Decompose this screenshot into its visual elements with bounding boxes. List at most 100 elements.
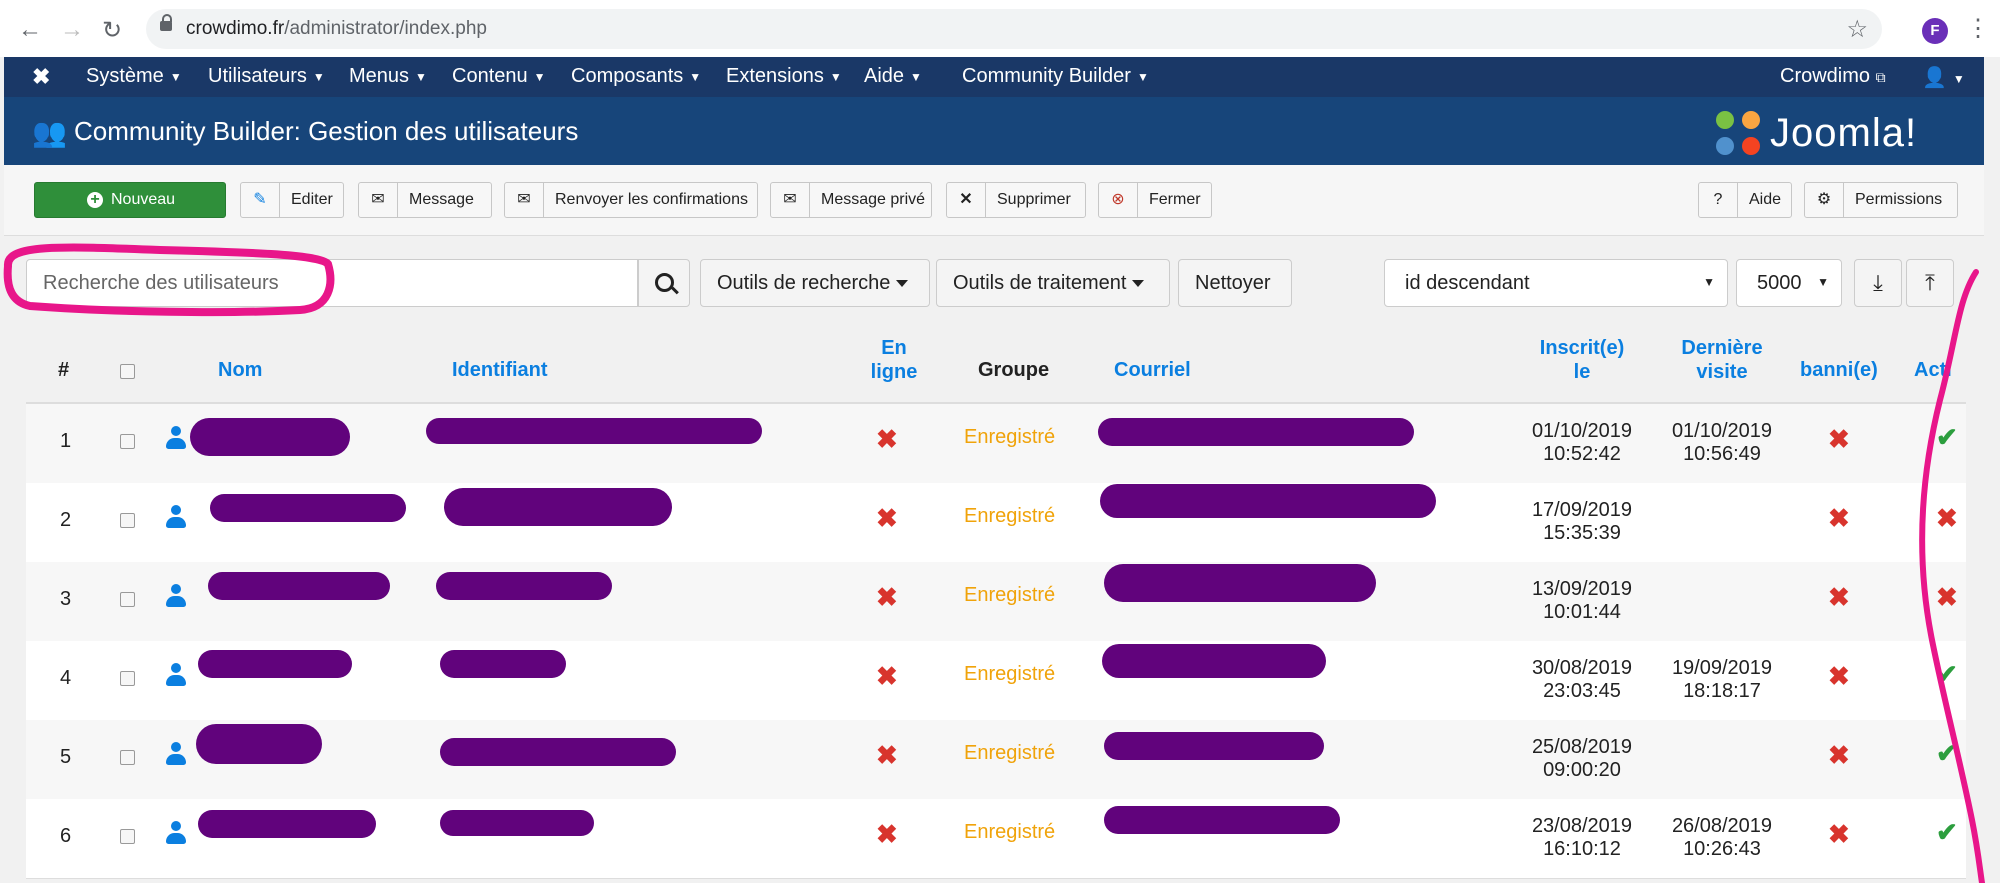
row-number: 5	[60, 746, 72, 768]
last-visit-date: 19/09/2019 18:18:17	[1671, 657, 1773, 702]
menu-aide[interactable]: Aide ▼	[864, 65, 922, 88]
row-checkbox[interactable]	[120, 592, 135, 607]
batch-tools-button[interactable]: Outils de traitement	[936, 259, 1170, 307]
redaction-mark	[1100, 484, 1436, 518]
search-button[interactable]	[638, 259, 690, 307]
forward-icon[interactable]: →	[60, 16, 84, 44]
redaction-mark	[426, 418, 762, 444]
banned-cross-icon[interactable]: ✖	[1828, 582, 1850, 613]
browser-bar: ← → ↻ crowdimo.fr/administrator/index.ph…	[0, 0, 2000, 57]
banned-cross-icon[interactable]: ✖	[1828, 503, 1850, 534]
limit-select[interactable]: 5000 ▼	[1736, 259, 1842, 307]
redaction-mark	[198, 650, 352, 678]
banned-cross-icon[interactable]: ✖	[1828, 819, 1850, 850]
user-icon	[166, 663, 186, 687]
col-email[interactable]: Courriel	[1114, 358, 1191, 382]
user-icon	[166, 742, 186, 766]
row-checkbox[interactable]	[120, 829, 135, 844]
menu-composants[interactable]: Composants ▼	[571, 65, 701, 88]
search-input[interactable]: Recherche des utilisateurs	[26, 259, 638, 307]
banned-cross-icon[interactable]: ✖	[1828, 424, 1850, 455]
envelope-icon: ✉	[771, 183, 810, 217]
redaction-mark	[440, 738, 676, 766]
menu-contenu[interactable]: Contenu ▼	[452, 65, 546, 88]
banned-cross-icon[interactable]: ✖	[1828, 661, 1850, 692]
envelope-icon: ✉	[359, 183, 398, 217]
lock-icon	[160, 14, 172, 31]
permissions-button[interactable]: ⚙ Permissions	[1804, 182, 1958, 218]
site-link[interactable]: Crowdimo ⧉	[1780, 65, 1886, 88]
profile-avatar[interactable]: F	[1922, 18, 1948, 44]
address-bar[interactable]: crowdimo.fr/administrator/index.php ☆	[146, 9, 1882, 49]
plus-icon: +	[87, 192, 103, 208]
registered-date: 25/08/2019 09:00:20	[1531, 736, 1633, 781]
banned-cross-icon[interactable]: ✖	[1828, 740, 1850, 771]
envelope-icon: ✉	[505, 183, 544, 217]
delete-button[interactable]: ✕ Supprimer	[946, 182, 1086, 218]
import-icon[interactable]: ⤒	[1906, 259, 1954, 307]
user-icon	[166, 505, 186, 529]
offline-cross-icon: ✖	[876, 661, 898, 691]
menu-utilisateurs[interactable]: Utilisateurs ▼	[208, 65, 325, 88]
close-button[interactable]: ⊗ Fermer	[1098, 182, 1212, 218]
col-active[interactable]: Acti	[1914, 358, 1952, 382]
row-number: 4	[60, 667, 72, 689]
redaction-mark	[208, 572, 390, 600]
group-label: Enregistré	[964, 505, 1056, 527]
menu-extensions[interactable]: Extensions ▼	[726, 65, 842, 88]
col-username[interactable]: Identifiant	[452, 358, 548, 382]
inactive-cross-icon[interactable]: ✖	[1936, 503, 1958, 534]
bookmark-star-icon[interactable]: ☆	[1846, 15, 1868, 44]
times-icon: ✕	[947, 183, 986, 217]
group-label: Enregistré	[964, 663, 1056, 685]
user-icon	[166, 584, 186, 608]
ordering-select[interactable]: id descendant ▼	[1384, 259, 1728, 307]
browser-menu-icon[interactable]: ⋮	[1966, 14, 1990, 43]
col-online[interactable]: En ligne	[864, 336, 924, 384]
row-checkbox[interactable]	[120, 671, 135, 686]
menu-menus[interactable]: Menus ▼	[349, 65, 427, 88]
registered-date: 23/08/2019 16:10:12	[1531, 815, 1633, 860]
redaction-mark	[1104, 564, 1376, 602]
help-button[interactable]: ? Aide	[1698, 182, 1792, 218]
active-check-icon[interactable]: ✔	[1936, 659, 1958, 690]
registered-date: 13/09/2019 10:01:44	[1531, 578, 1633, 623]
last-visit-date: 26/08/2019 10:26:43	[1671, 815, 1773, 860]
reload-icon[interactable]: ↻	[102, 16, 122, 45]
group-label: Enregistré	[964, 821, 1056, 843]
page-header: 👥 Community Builder: Gestion des utilisa…	[4, 97, 1984, 165]
redaction-mark	[1104, 806, 1340, 834]
inactive-cross-icon[interactable]: ✖	[1936, 582, 1958, 613]
last-visit-date: 01/10/2019 10:56:49	[1671, 420, 1773, 465]
resend-confirmations-button[interactable]: ✉ Renvoyer les confirmations	[504, 182, 758, 218]
active-check-icon[interactable]: ✔	[1936, 817, 1958, 848]
col-name[interactable]: Nom	[218, 358, 262, 382]
edit-button[interactable]: ✎ Editer	[240, 182, 344, 218]
clear-button[interactable]: Nettoyer	[1178, 259, 1292, 307]
joomla-mark-icon	[1716, 111, 1762, 157]
private-message-button[interactable]: ✉ Message privé	[770, 182, 932, 218]
menu-community-builder[interactable]: Community Builder ▼	[962, 65, 1149, 88]
redaction-mark	[190, 418, 350, 456]
external-link-icon: ⧉	[1875, 69, 1886, 85]
joomla-menu-icon[interactable]: ✖	[32, 64, 50, 90]
export-icon[interactable]: ⤓	[1854, 259, 1902, 307]
active-check-icon[interactable]: ✔	[1936, 738, 1958, 769]
col-banned[interactable]: banni(e)	[1800, 358, 1878, 382]
row-checkbox[interactable]	[120, 434, 135, 449]
offline-cross-icon: ✖	[876, 819, 898, 849]
menu-systeme[interactable]: Système ▼	[86, 65, 182, 88]
user-menu[interactable]: 👤 ▼	[1922, 65, 1965, 90]
row-checkbox[interactable]	[120, 513, 135, 528]
col-last-visit[interactable]: Dernière visite	[1662, 336, 1782, 384]
row-checkbox[interactable]	[120, 750, 135, 765]
row-number: 6	[60, 825, 72, 847]
back-icon[interactable]: ←	[18, 16, 42, 44]
registered-date: 30/08/2019 23:03:45	[1531, 657, 1633, 702]
col-registered[interactable]: Inscrit(e) le	[1522, 336, 1642, 384]
new-button[interactable]: + Nouveau	[34, 182, 226, 218]
message-button[interactable]: ✉ Message	[358, 182, 492, 218]
active-check-icon[interactable]: ✔	[1936, 422, 1958, 453]
select-all-checkbox[interactable]	[120, 364, 135, 379]
search-tools-button[interactable]: Outils de recherche	[700, 259, 930, 307]
